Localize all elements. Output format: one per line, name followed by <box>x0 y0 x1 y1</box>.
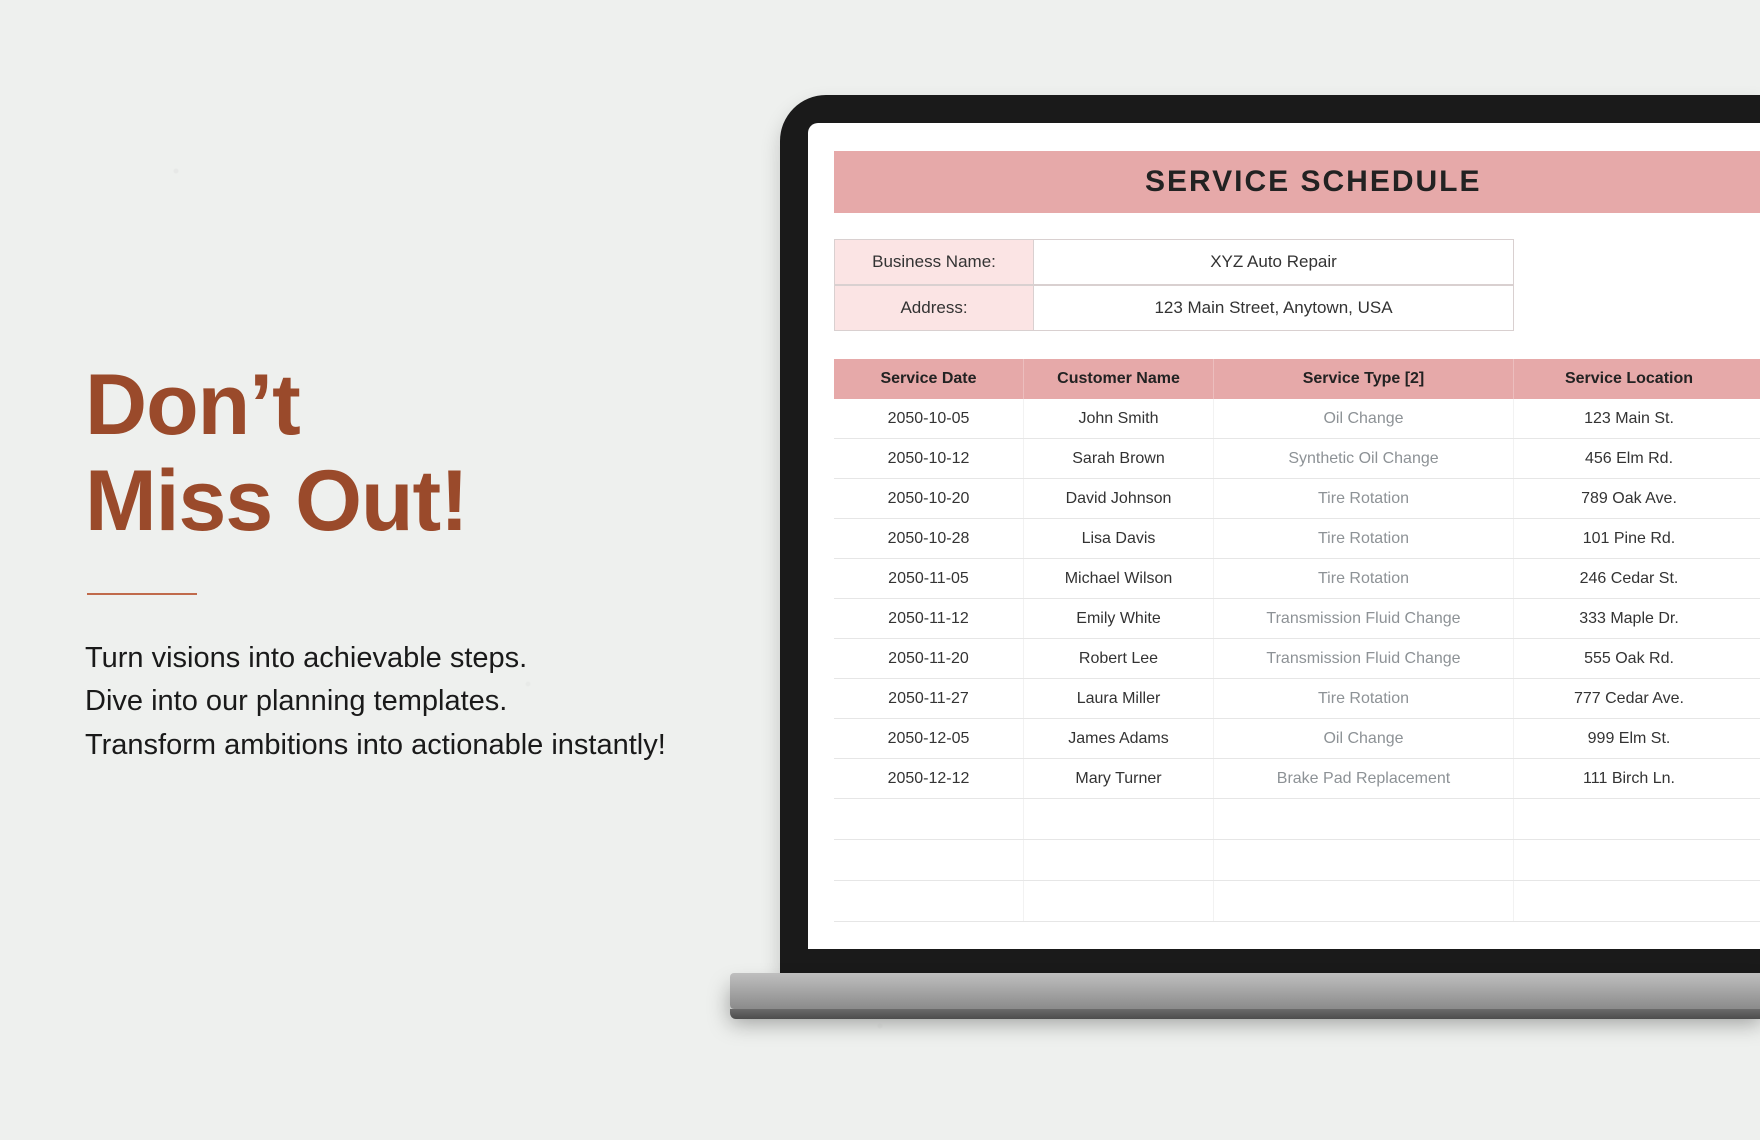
table-row: 2050-12-05James AdamsOil Change999 Elm S… <box>834 719 1760 759</box>
empty-cell <box>1024 881 1214 921</box>
col-service-type: Service Type [2] <box>1214 359 1514 399</box>
cell-customer-name: Emily White <box>1024 599 1214 638</box>
cell-service-date: 2050-12-12 <box>834 759 1024 798</box>
laptop-mockup: SERVICE SCHEDULE Business Name: XYZ Auto… <box>760 95 1760 1035</box>
info-row: Address: 123 Main Street, Anytown, USA <box>834 285 1760 331</box>
col-customer-name: Customer Name <box>1024 359 1214 399</box>
cell-service-date: 2050-11-27 <box>834 679 1024 718</box>
cell-service-type: Synthetic Oil Change <box>1214 439 1514 478</box>
cell-service-date: 2050-10-20 <box>834 479 1024 518</box>
cell-service-date: 2050-11-12 <box>834 599 1024 638</box>
table-row: 2050-12-12Mary TurnerBrake Pad Replaceme… <box>834 759 1760 799</box>
laptop-screen: SERVICE SCHEDULE Business Name: XYZ Auto… <box>808 123 1760 949</box>
empty-cell <box>1514 881 1744 921</box>
table-row: 2050-10-28Lisa DavisTire Rotation101 Pin… <box>834 519 1760 559</box>
body-copy: Turn visions into achievable steps. Dive… <box>85 637 825 768</box>
headline-line-2: Miss Out! <box>85 456 825 546</box>
table-body: 2050-10-05John SmithOil Change123 Main S… <box>834 399 1760 922</box>
cell-service-type: Transmission Fluid Change <box>1214 639 1514 678</box>
empty-cell <box>1214 840 1514 880</box>
empty-cell <box>834 840 1024 880</box>
cell-service-type: Tire Rotation <box>1214 679 1514 718</box>
cell-service-location: 999 Elm St. <box>1514 719 1744 758</box>
cell-service-type: Brake Pad Replacement <box>1214 759 1514 798</box>
info-value: 123 Main Street, Anytown, USA <box>1034 285 1514 331</box>
cell-customer-name: James Adams <box>1024 719 1214 758</box>
table-row: 2050-11-05Michael WilsonTire Rotation246… <box>834 559 1760 599</box>
cell-service-type: Oil Change <box>1214 719 1514 758</box>
cell-customer-name: Sarah Brown <box>1024 439 1214 478</box>
table-header-row: Service Date Customer Name Service Type … <box>834 359 1760 399</box>
cell-customer-name: Michael Wilson <box>1024 559 1214 598</box>
cell-service-date: 2050-10-28 <box>834 519 1024 558</box>
service-table: Service Date Customer Name Service Type … <box>834 359 1760 922</box>
cell-service-location: 246 Cedar St. <box>1514 559 1744 598</box>
cell-customer-name: Lisa Davis <box>1024 519 1214 558</box>
empty-cell <box>834 799 1024 839</box>
cell-service-location: 333 Maple Dr. <box>1514 599 1744 638</box>
body-line-1: Turn visions into achievable steps. <box>85 637 825 681</box>
body-line-3: Transform ambitions into actionable inst… <box>85 724 825 768</box>
col-service-date: Service Date <box>834 359 1024 399</box>
empty-cell <box>1514 840 1744 880</box>
headline: Don’t Miss Out! <box>85 360 825 547</box>
cell-service-date: 2050-11-20 <box>834 639 1024 678</box>
cell-service-type: Tire Rotation <box>1214 519 1514 558</box>
cell-service-date: 2050-11-05 <box>834 559 1024 598</box>
laptop-base <box>730 973 1760 1009</box>
cell-service-location: 111 Birch Ln. <box>1514 759 1744 798</box>
table-row: 2050-10-20David JohnsonTire Rotation789 … <box>834 479 1760 519</box>
body-line-2: Dive into our planning templates. <box>85 680 825 724</box>
table-row-empty <box>834 799 1760 840</box>
cell-customer-name: David Johnson <box>1024 479 1214 518</box>
col-service-location: Service Location <box>1514 359 1744 399</box>
empty-cell <box>1214 881 1514 921</box>
cell-service-location: 101 Pine Rd. <box>1514 519 1744 558</box>
empty-cell <box>1024 799 1214 839</box>
cell-service-date: 2050-10-05 <box>834 399 1024 438</box>
info-row: Business Name: XYZ Auto Repair <box>834 239 1760 285</box>
headline-rule <box>87 593 197 595</box>
table-row-empty <box>834 840 1760 881</box>
cell-service-location: 555 Oak Rd. <box>1514 639 1744 678</box>
document-title-bar: SERVICE SCHEDULE <box>834 151 1760 213</box>
cell-service-location: 123 Main St. <box>1514 399 1744 438</box>
promo-copy: Don’t Miss Out! Turn visions into achiev… <box>85 360 825 767</box>
cell-customer-name: Robert Lee <box>1024 639 1214 678</box>
table-row: 2050-10-12Sarah BrownSynthetic Oil Chang… <box>834 439 1760 479</box>
cell-customer-name: Laura Miller <box>1024 679 1214 718</box>
info-value: XYZ Auto Repair <box>1034 239 1514 285</box>
cell-customer-name: Mary Turner <box>1024 759 1214 798</box>
empty-cell <box>1514 799 1744 839</box>
info-label: Business Name: <box>834 239 1034 285</box>
business-info-block: Business Name: XYZ Auto Repair Address: … <box>834 239 1760 331</box>
cell-service-type: Oil Change <box>1214 399 1514 438</box>
cell-customer-name: John Smith <box>1024 399 1214 438</box>
document-title: SERVICE SCHEDULE <box>1145 165 1482 199</box>
table-row: 2050-11-12Emily WhiteTransmission Fluid … <box>834 599 1760 639</box>
cell-service-location: 456 Elm Rd. <box>1514 439 1744 478</box>
spreadsheet-document: SERVICE SCHEDULE Business Name: XYZ Auto… <box>808 123 1760 949</box>
cell-service-location: 789 Oak Ave. <box>1514 479 1744 518</box>
cell-service-type: Tire Rotation <box>1214 479 1514 518</box>
cell-service-date: 2050-12-05 <box>834 719 1024 758</box>
table-row-empty <box>834 881 1760 922</box>
empty-cell <box>834 881 1024 921</box>
table-row: 2050-11-27Laura MillerTire Rotation777 C… <box>834 679 1760 719</box>
headline-line-1: Don’t <box>85 360 825 450</box>
table-row: 2050-11-20Robert LeeTransmission Fluid C… <box>834 639 1760 679</box>
cell-service-type: Tire Rotation <box>1214 559 1514 598</box>
table-row: 2050-10-05John SmithOil Change123 Main S… <box>834 399 1760 439</box>
cell-service-date: 2050-10-12 <box>834 439 1024 478</box>
empty-cell <box>1024 840 1214 880</box>
cell-service-location: 777 Cedar Ave. <box>1514 679 1744 718</box>
cell-service-type: Transmission Fluid Change <box>1214 599 1514 638</box>
info-label: Address: <box>834 285 1034 331</box>
empty-cell <box>1214 799 1514 839</box>
